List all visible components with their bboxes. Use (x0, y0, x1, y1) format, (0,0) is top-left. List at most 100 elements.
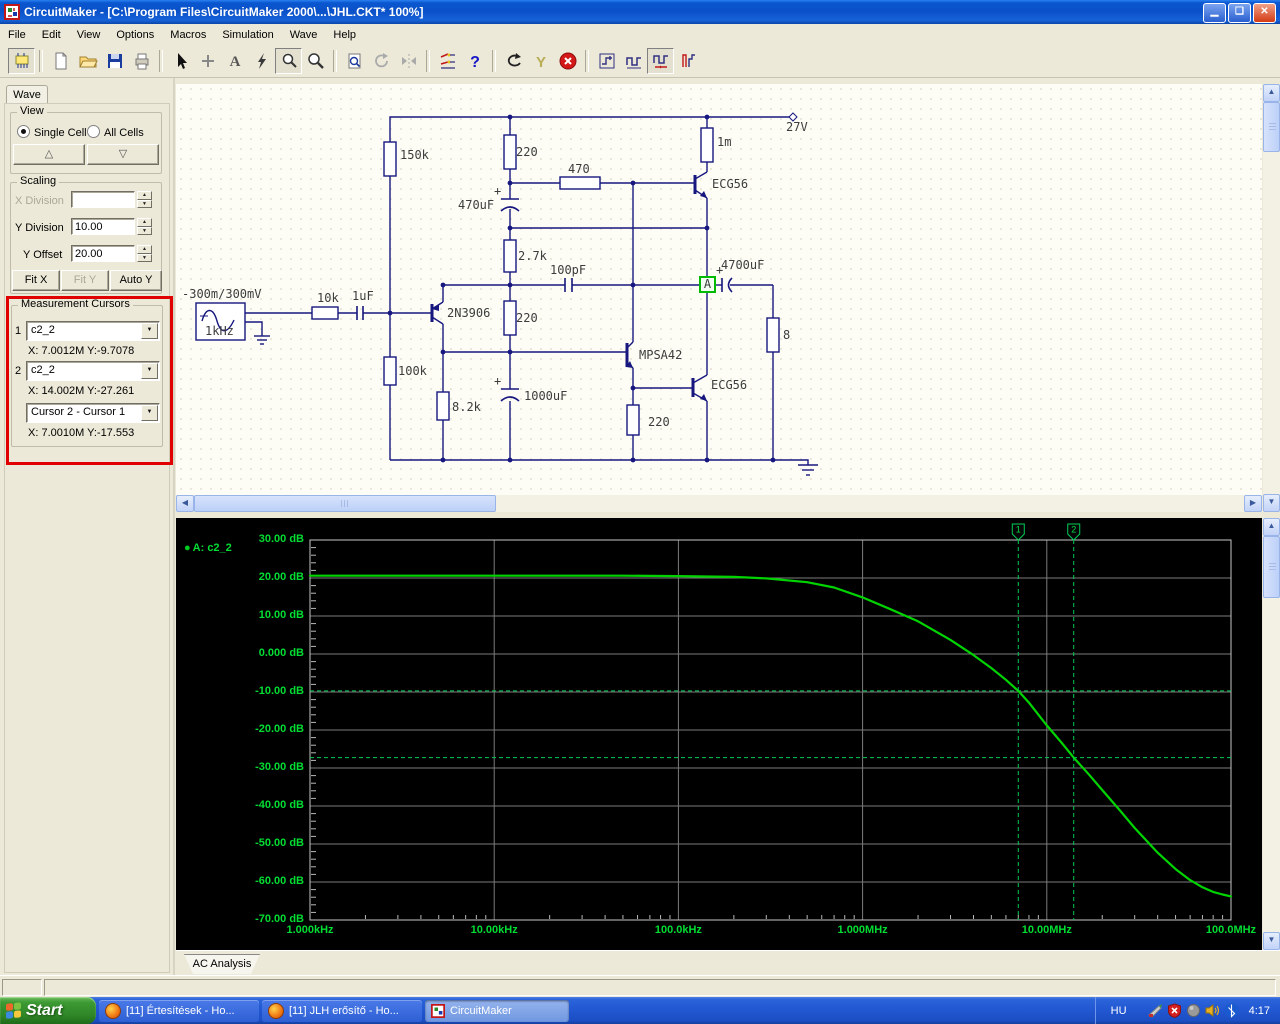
start-button[interactable]: Start (0, 997, 96, 1024)
y-offset-spinner[interactable]: ▲ ▼ (137, 245, 152, 262)
probe-tool-button[interactable]: Y (527, 48, 554, 74)
wire-button[interactable] (194, 48, 221, 74)
fit-x-button[interactable]: Fit X (12, 270, 60, 291)
speaker-icon[interactable] (1205, 1003, 1220, 1018)
y-tick-label: 10.00 dB (258, 609, 304, 621)
resistor-220-top (503, 134, 517, 170)
mirror-button[interactable] (395, 48, 422, 74)
tab-wave[interactable]: Wave (6, 85, 48, 105)
scroll-down-button[interactable]: ▼ (1263, 932, 1280, 950)
help-button[interactable]: ? (461, 48, 488, 74)
svg-text:2N3906: 2N3906 (447, 306, 490, 320)
reset-button[interactable] (500, 48, 527, 74)
cell-down-button[interactable]: ▽ (87, 144, 159, 165)
title-bar: CircuitMaker - [C:\Program Files\Circuit… (0, 0, 1280, 24)
task-firefox-2[interactable]: [11] JLH erősítő - Ho... (262, 999, 422, 1022)
svg-text:10k: 10k (317, 291, 339, 305)
radio-all-cells-circle[interactable] (87, 125, 100, 138)
scroll-left-button[interactable]: ◀ (176, 495, 194, 512)
cursor1-signal-combo[interactable]: c2_2 ▼ (26, 321, 160, 341)
scroll-down-button[interactable]: ▼ (1263, 494, 1280, 512)
rotate-button[interactable] (368, 48, 395, 74)
components-button[interactable] (8, 48, 35, 74)
transient-analysis-button[interactable] (593, 48, 620, 74)
auto-y-button[interactable]: Auto Y (110, 270, 162, 291)
toolbar-separator (492, 50, 496, 72)
open-button[interactable] (74, 48, 101, 74)
toolbar-separator (333, 50, 337, 72)
cursor-diff-combo[interactable]: Cursor 2 - Cursor 1 ▼ (26, 403, 160, 423)
chevron-down-icon[interactable]: ▼ (141, 323, 158, 339)
analog-waveform-button[interactable] (647, 48, 674, 74)
x-division-input[interactable] (71, 191, 135, 208)
vscroll-thumb[interactable]: ||| (1263, 536, 1280, 598)
y-offset-input[interactable] (71, 245, 135, 262)
waveform-vscrollbar[interactable]: ▲ ||| ▼ (1263, 518, 1280, 950)
menu-macros[interactable]: Macros (162, 26, 214, 44)
x-division-spinner[interactable]: ▲ ▼ (137, 191, 152, 208)
task-firefox-1[interactable]: [11] Értesítések - Ho... (99, 999, 259, 1022)
language-indicator[interactable]: HU (1106, 1005, 1132, 1017)
mixed-signal-button[interactable] (674, 48, 701, 74)
square-wave-icon (625, 57, 641, 69)
radio-single-cell-circle[interactable] (17, 125, 30, 138)
zoom-select-button[interactable] (275, 48, 302, 74)
scroll-right-button[interactable]: ▶ (1244, 495, 1262, 512)
delete-button[interactable] (248, 48, 275, 74)
new-document-icon (55, 52, 66, 70)
select-arrow-button[interactable] (167, 48, 194, 74)
digital-waveform-button[interactable] (620, 48, 647, 74)
minimize-button[interactable]: ▁ (1203, 3, 1226, 23)
close-button[interactable]: ✕ (1253, 3, 1276, 23)
cell-up-button[interactable]: △ (13, 144, 85, 165)
capacitor-1000uF (500, 388, 520, 402)
text-button[interactable]: A (221, 48, 248, 74)
scope-probe-icon (599, 53, 614, 69)
y-division-spinner[interactable]: ▲ ▼ (137, 218, 152, 235)
tab-ac-analysis[interactable]: AC Analysis (184, 954, 260, 974)
cursor2-readout: X: 14.002M Y:-27.261 (28, 385, 135, 397)
scroll-up-button[interactable]: ▲ (1263, 518, 1280, 536)
radio-single-cell[interactable]: Single Cell (17, 125, 87, 139)
security-alert-icon[interactable] (1167, 1003, 1182, 1018)
task-circuitmaker[interactable]: CircuitMaker (425, 999, 569, 1022)
menu-simulation[interactable]: Simulation (214, 26, 281, 44)
menu-file[interactable]: File (0, 26, 34, 44)
menu-view[interactable]: View (69, 26, 109, 44)
svg-text:27V: 27V (786, 120, 808, 134)
zoom-fit-button[interactable] (341, 48, 368, 74)
svg-text:8.2k: 8.2k (452, 400, 482, 414)
chevron-down-icon[interactable]: ▼ (141, 363, 158, 379)
clock: 4:17 (1248, 1004, 1270, 1017)
polarity-marks: +++ (494, 184, 723, 388)
save-button[interactable] (101, 48, 128, 74)
digital-switches-button[interactable] (434, 48, 461, 74)
menu-help[interactable]: Help (325, 26, 364, 44)
probe-a-marker[interactable]: A (699, 276, 716, 293)
cursor2-index: 2 (15, 365, 22, 377)
zoom-button[interactable] (302, 48, 329, 74)
menu-edit[interactable]: Edit (34, 26, 69, 44)
fit-y-button[interactable]: Fit Y (61, 270, 109, 291)
hscroll-thumb[interactable]: ||| (194, 495, 496, 512)
pen-tablet-icon[interactable] (1147, 1003, 1163, 1018)
scroll-up-button[interactable]: ▲ (1263, 84, 1280, 102)
cursor2-signal-combo[interactable]: c2_2 ▼ (26, 361, 160, 381)
bluetooth-icon[interactable] (1224, 1003, 1239, 1018)
menu-options[interactable]: Options (108, 26, 162, 44)
stop-simulation-button[interactable] (554, 48, 581, 74)
schematic-vscrollbar[interactable]: ▲ ||| ▼ (1263, 84, 1280, 512)
print-button[interactable] (128, 48, 155, 74)
y-division-input[interactable] (71, 218, 135, 235)
schematic-hscrollbar[interactable]: ◀ ||| ▶ (176, 495, 1262, 512)
chevron-down-icon[interactable]: ▼ (141, 405, 158, 421)
transistor-ecg56-bot (691, 374, 708, 402)
restore-button[interactable]: ❏ (1228, 3, 1251, 23)
new-button[interactable] (47, 48, 74, 74)
vscroll-thumb[interactable]: ||| (1263, 102, 1280, 152)
gray-ball-icon[interactable] (1186, 1003, 1201, 1018)
menu-wave[interactable]: Wave (282, 26, 326, 44)
radio-all-cells[interactable]: All Cells (87, 125, 144, 139)
schematic-canvas[interactable]: A + + + 150k 220 470 470uF 2.7k 1m ECG56 2… (176, 84, 1262, 495)
flip-arrows-icon (401, 54, 416, 68)
